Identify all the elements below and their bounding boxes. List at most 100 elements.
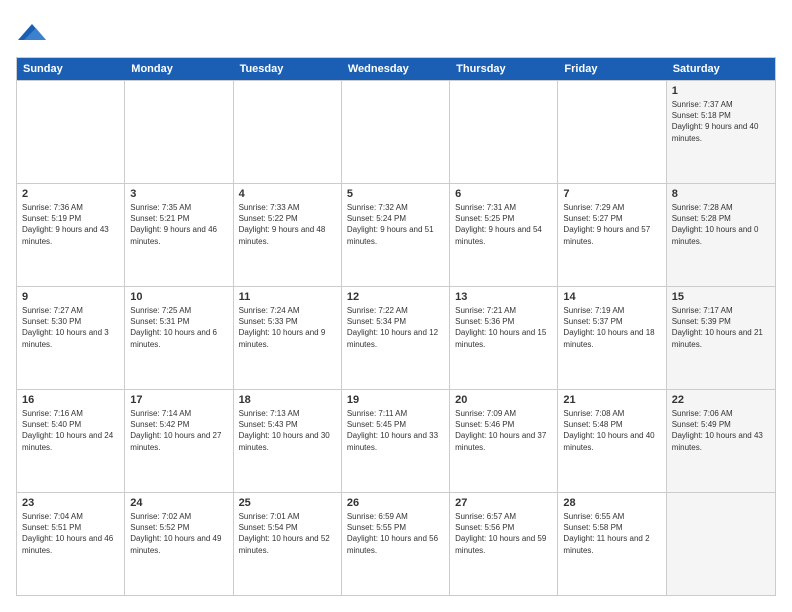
day-header-monday: Monday — [125, 58, 233, 80]
day-cell: 12 Sunrise: 7:22 AM Sunset: 5:34 PM Dayli… — [342, 287, 450, 389]
day-info: Sunrise: 7:24 AM Sunset: 5:33 PM Dayligh… — [239, 305, 336, 350]
day-cell: 18 Sunrise: 7:13 AM Sunset: 5:43 PM Dayli… — [234, 390, 342, 492]
day-cell: 8 Sunrise: 7:28 AM Sunset: 5:28 PM Daylig… — [667, 184, 775, 286]
logo-icon — [18, 20, 46, 44]
day-number: 14 — [563, 291, 660, 303]
day-number: 26 — [347, 497, 444, 509]
day-number: 9 — [22, 291, 119, 303]
week-row-3: 9Sunrise: 7:27 AM Sunset: 5:30 PM Daylig… — [17, 286, 775, 389]
day-header-saturday: Saturday — [667, 58, 775, 80]
day-cell: 24Sunrise: 7:02 AM Sunset: 5:52 PM Dayli… — [125, 493, 233, 595]
logo — [16, 20, 46, 49]
day-info: Sunrise: 7:35 AM Sunset: 5:21 PM Dayligh… — [130, 202, 227, 247]
day-cell: 10 Sunrise: 7:25 AM Sunset: 5:31 PM Dayli… — [125, 287, 233, 389]
day-cell: 17 Sunrise: 7:14 AM Sunset: 5:42 PM Dayli… — [125, 390, 233, 492]
day-cell: 23Sunrise: 7:04 AM Sunset: 5:51 PM Dayli… — [17, 493, 125, 595]
header — [16, 16, 776, 49]
day-header-wednesday: Wednesday — [342, 58, 450, 80]
day-cell: 25 Sunrise: 7:01 AM Sunset: 5:54 PM Dayli… — [234, 493, 342, 595]
day-info: Sunrise: 7:16 AM Sunset: 5:40 PM Dayligh… — [22, 408, 119, 453]
day-number: 18 — [239, 394, 336, 406]
day-number: 27 — [455, 497, 552, 509]
day-info: Sunrise: 7:09 AM Sunset: 5:46 PM Dayligh… — [455, 408, 552, 453]
day-cell: 4 Sunrise: 7:33 AM Sunset: 5:22 PM Daylig… — [234, 184, 342, 286]
day-cell — [450, 81, 558, 183]
week-row-5: 23Sunrise: 7:04 AM Sunset: 5:51 PM Dayli… — [17, 492, 775, 595]
day-info: Sunrise: 7:25 AM Sunset: 5:31 PM Dayligh… — [130, 305, 227, 350]
day-info: Sunrise: 7:17 AM Sunset: 5:39 PM Dayligh… — [672, 305, 770, 350]
day-cell: 1 Sunrise: 7:37 AM Sunset: 5:18 PM Daylig… — [667, 81, 775, 183]
week-row-2: 2Sunrise: 7:36 AM Sunset: 5:19 PM Daylig… — [17, 183, 775, 286]
day-cell — [234, 81, 342, 183]
day-info: Sunrise: 7:08 AM Sunset: 5:48 PM Dayligh… — [563, 408, 660, 453]
day-cell: 21 Sunrise: 7:08 AM Sunset: 5:48 PM Dayli… — [558, 390, 666, 492]
day-info: Sunrise: 7:31 AM Sunset: 5:25 PM Dayligh… — [455, 202, 552, 247]
day-info: Sunrise: 7:28 AM Sunset: 5:28 PM Dayligh… — [672, 202, 770, 247]
day-info: Sunrise: 7:22 AM Sunset: 5:34 PM Dayligh… — [347, 305, 444, 350]
day-info: Sunrise: 7:33 AM Sunset: 5:22 PM Dayligh… — [239, 202, 336, 247]
day-info: Sunrise: 7:06 AM Sunset: 5:49 PM Dayligh… — [672, 408, 770, 453]
day-info: Sunrise: 6:57 AM Sunset: 5:56 PM Dayligh… — [455, 511, 552, 556]
day-number: 17 — [130, 394, 227, 406]
day-cell: 2Sunrise: 7:36 AM Sunset: 5:19 PM Daylig… — [17, 184, 125, 286]
day-number: 28 — [563, 497, 660, 509]
day-header-friday: Friday — [558, 58, 666, 80]
day-cell: 20Sunrise: 7:09 AM Sunset: 5:46 PM Dayli… — [450, 390, 558, 492]
day-number: 11 — [239, 291, 336, 303]
day-number: 2 — [22, 188, 119, 200]
day-info: Sunrise: 7:29 AM Sunset: 5:27 PM Dayligh… — [563, 202, 660, 247]
day-info: Sunrise: 7:32 AM Sunset: 5:24 PM Dayligh… — [347, 202, 444, 247]
day-cell: 26 Sunrise: 6:59 AM Sunset: 5:55 PM Dayli… — [342, 493, 450, 595]
day-info: Sunrise: 7:01 AM Sunset: 5:54 PM Dayligh… — [239, 511, 336, 556]
calendar-body: 1 Sunrise: 7:37 AM Sunset: 5:18 PM Daylig… — [17, 80, 775, 595]
page: SundayMondayTuesdayWednesdayThursdayFrid… — [0, 0, 792, 612]
day-cell: 3 Sunrise: 7:35 AM Sunset: 5:21 PM Daylig… — [125, 184, 233, 286]
day-header-sunday: Sunday — [17, 58, 125, 80]
day-info: Sunrise: 7:21 AM Sunset: 5:36 PM Dayligh… — [455, 305, 552, 350]
day-cell: 27 Sunrise: 6:57 AM Sunset: 5:56 PM Dayli… — [450, 493, 558, 595]
day-header-tuesday: Tuesday — [234, 58, 342, 80]
day-number: 16 — [22, 394, 119, 406]
day-cell: 14 Sunrise: 7:19 AM Sunset: 5:37 PM Dayli… — [558, 287, 666, 389]
day-number: 12 — [347, 291, 444, 303]
day-cell: 28 Sunrise: 6:55 AM Sunset: 5:58 PM Dayli… — [558, 493, 666, 595]
day-cell — [667, 493, 775, 595]
day-info: Sunrise: 6:59 AM Sunset: 5:55 PM Dayligh… — [347, 511, 444, 556]
week-row-1: 1 Sunrise: 7:37 AM Sunset: 5:18 PM Daylig… — [17, 80, 775, 183]
day-info: Sunrise: 7:04 AM Sunset: 5:51 PM Dayligh… — [22, 511, 119, 556]
day-cell: 15 Sunrise: 7:17 AM Sunset: 5:39 PM Dayli… — [667, 287, 775, 389]
day-number: 21 — [563, 394, 660, 406]
day-cell — [125, 81, 233, 183]
day-number: 15 — [672, 291, 770, 303]
day-info: Sunrise: 6:55 AM Sunset: 5:58 PM Dayligh… — [563, 511, 660, 556]
day-number: 22 — [672, 394, 770, 406]
day-number: 8 — [672, 188, 770, 200]
day-info: Sunrise: 7:02 AM Sunset: 5:52 PM Dayligh… — [130, 511, 227, 556]
day-number: 5 — [347, 188, 444, 200]
week-row-4: 16 Sunrise: 7:16 AM Sunset: 5:40 PM Dayli… — [17, 389, 775, 492]
day-info: Sunrise: 7:19 AM Sunset: 5:37 PM Dayligh… — [563, 305, 660, 350]
day-cell — [342, 81, 450, 183]
day-info: Sunrise: 7:13 AM Sunset: 5:43 PM Dayligh… — [239, 408, 336, 453]
day-cell: 16 Sunrise: 7:16 AM Sunset: 5:40 PM Dayli… — [17, 390, 125, 492]
day-header-thursday: Thursday — [450, 58, 558, 80]
day-cell: 22 Sunrise: 7:06 AM Sunset: 5:49 PM Dayli… — [667, 390, 775, 492]
day-number: 10 — [130, 291, 227, 303]
day-cell: 9Sunrise: 7:27 AM Sunset: 5:30 PM Daylig… — [17, 287, 125, 389]
day-number: 19 — [347, 394, 444, 406]
day-cell: 13 Sunrise: 7:21 AM Sunset: 5:36 PM Dayli… — [450, 287, 558, 389]
day-number: 25 — [239, 497, 336, 509]
day-info: Sunrise: 7:37 AM Sunset: 5:18 PM Dayligh… — [672, 99, 770, 144]
day-info: Sunrise: 7:11 AM Sunset: 5:45 PM Dayligh… — [347, 408, 444, 453]
day-number: 1 — [672, 85, 770, 97]
day-cell — [558, 81, 666, 183]
day-cell: 6Sunrise: 7:31 AM Sunset: 5:25 PM Daylig… — [450, 184, 558, 286]
calendar: SundayMondayTuesdayWednesdayThursdayFrid… — [16, 57, 776, 596]
day-cell — [17, 81, 125, 183]
day-info: Sunrise: 7:14 AM Sunset: 5:42 PM Dayligh… — [130, 408, 227, 453]
day-headers: SundayMondayTuesdayWednesdayThursdayFrid… — [17, 58, 775, 80]
day-number: 4 — [239, 188, 336, 200]
day-cell: 19 Sunrise: 7:11 AM Sunset: 5:45 PM Dayli… — [342, 390, 450, 492]
day-number: 3 — [130, 188, 227, 200]
day-number: 13 — [455, 291, 552, 303]
